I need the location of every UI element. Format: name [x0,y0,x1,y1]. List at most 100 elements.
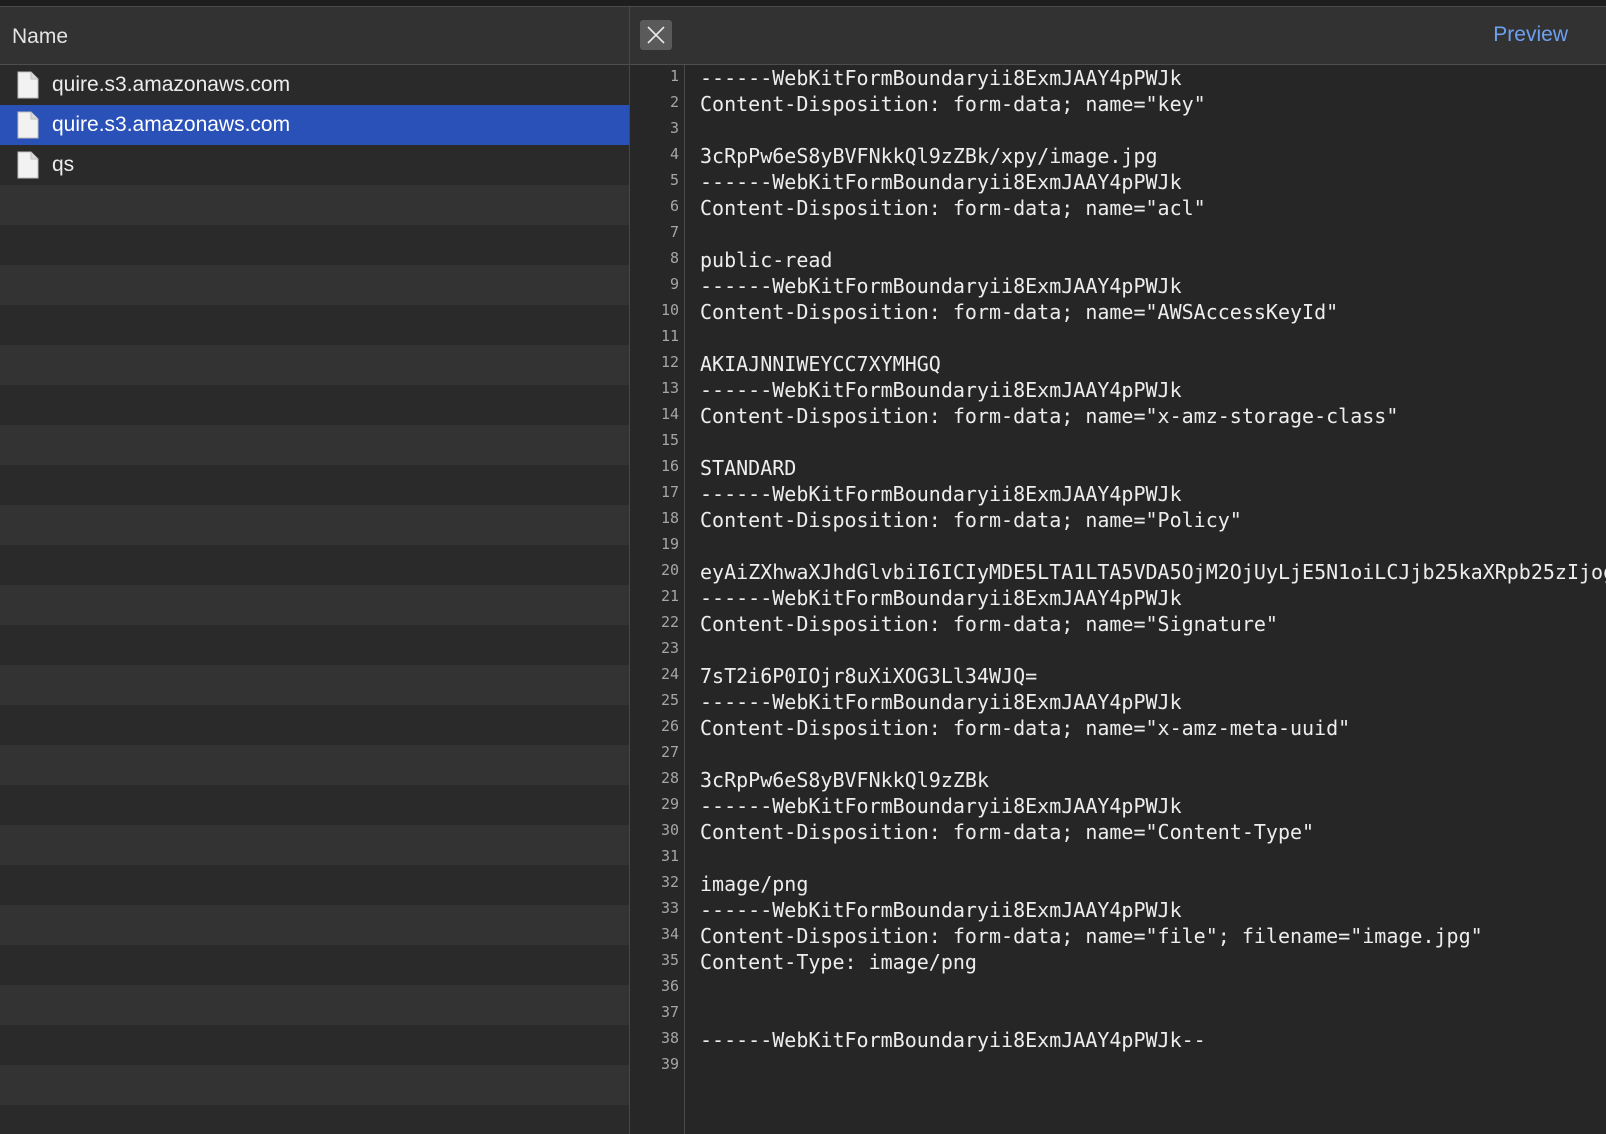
line-text: Content-Disposition: form-data; name="AW… [700,300,1339,324]
empty-row [0,425,629,465]
line-number: 29 [660,795,679,813]
line-number: 23 [660,639,679,657]
line-text: AKIAJNNIWEYCC7XYMHGQ [700,352,941,376]
line-text: ------WebKitFormBoundaryii8ExmJAAY4pPWJk… [700,1028,1206,1052]
code-line: 9 ------WebKitFormBoundaryii8ExmJAAY4pPWJ… [630,273,1606,299]
line-number: 12 [660,353,679,371]
code-line: 22 Content-Disposition: form-data; name="… [630,611,1606,637]
line-number: 26 [660,717,679,735]
code-line: 6 Content-Disposition: form-data; name="a… [630,195,1606,221]
code-line: 17 ------WebKitFormBoundaryii8ExmJAAY4pPW… [630,481,1606,507]
empty-row [0,345,629,385]
request-list-pane: Name quire.s3.amazonaws.com quire.s3.amaz… [0,7,629,1134]
empty-row [0,465,629,505]
line-text: Content-Disposition: form-data; name="x-… [700,404,1399,428]
line-text: ------WebKitFormBoundaryii8ExmJAAY4pPWJk [700,690,1182,714]
request-row[interactable]: quire.s3.amazonaws.com [0,65,629,105]
empty-row [0,985,629,1025]
request-row-label: quire.s3.amazonaws.com [52,73,291,96]
line-number: 14 [660,405,679,423]
request-row-label: qs [52,153,75,176]
line-number: 33 [660,899,679,917]
close-detail-button[interactable] [640,20,672,50]
line-number: 8 [669,249,679,267]
code-line: 36 [630,975,1606,1001]
line-text: public-read [700,248,833,272]
line-text: image/png [700,872,809,896]
line-text: Content-Disposition: form-data; name="Si… [700,612,1278,636]
line-number: 18 [660,509,679,527]
name-column-header[interactable]: Name [12,25,68,49]
empty-row [0,1025,629,1065]
request-row[interactable]: qs [0,145,629,185]
line-text: Content-Disposition: form-data; name="ac… [700,196,1206,220]
line-number: 13 [660,379,679,397]
line-text: ------WebKitFormBoundaryii8ExmJAAY4pPWJk [700,898,1182,922]
line-text: eyAiZXhwaXJhdGlvbiI6ICIyMDE5LTA1LTA5VDA5… [700,560,1606,584]
code-line: 35 Content-Type: image/png [630,949,1606,975]
line-text: ------WebKitFormBoundaryii8ExmJAAY4pPWJk [700,274,1182,298]
line-text: ------WebKitFormBoundaryii8ExmJAAY4pPWJk [700,794,1182,818]
code-line: 1 ------WebKitFormBoundaryii8ExmJAAY4pPWJ… [630,65,1606,91]
request-row[interactable]: quire.s3.amazonaws.com [0,105,629,145]
line-text: Content-Disposition: form-data; name="x-… [700,716,1351,740]
line-text: Content-Disposition: form-data; name="Po… [700,508,1242,532]
empty-row [0,745,629,785]
line-number: 1 [669,67,679,85]
empty-row [0,785,629,825]
detail-toolbar: Preview [630,7,1606,65]
code-line: 2 Content-Disposition: form-data; name="k… [630,91,1606,117]
empty-row [0,225,629,265]
line-number: 16 [660,457,679,475]
line-text: ------WebKitFormBoundaryii8ExmJAAY4pPWJk [700,66,1182,90]
empty-row [0,665,629,705]
code-line: 23 [630,637,1606,663]
empty-row [0,585,629,625]
line-number: 21 [660,587,679,605]
line-text: Content-Disposition: form-data; name="ke… [700,92,1206,116]
line-number: 4 [669,145,679,163]
line-number: 19 [660,535,679,553]
code-line: 29 ------WebKitFormBoundaryii8ExmJAAY4pPW… [630,793,1606,819]
code-line: 25 ------WebKitFormBoundaryii8ExmJAAY4pPW… [630,689,1606,715]
line-number: 20 [660,561,679,579]
line-number: 25 [660,691,679,709]
line-number: 17 [660,483,679,501]
empty-row [0,865,629,905]
code-line: 27 [630,741,1606,767]
code-line: 20 eyAiZXhwaXJhdGlvbiI6ICIyMDE5LTA1LTA5VD… [630,559,1606,585]
code-line: 3 [630,117,1606,143]
network-inspector: Name quire.s3.amazonaws.com quire.s3.amaz… [0,0,1606,1134]
line-number: 31 [660,847,679,865]
line-number: 15 [660,431,679,449]
code-line: 39 [630,1053,1606,1079]
line-text: Content-Disposition: form-data; name="fi… [700,924,1483,948]
preview-tab[interactable]: Preview [1493,23,1568,47]
line-number: 30 [660,821,679,839]
request-list: quire.s3.amazonaws.com quire.s3.amazonaws… [0,65,629,1134]
line-number: 37 [660,1003,679,1021]
code-line: 28 3cRpPw6eS8yBVFNkkQl9zZBk [630,767,1606,793]
empty-row [0,705,629,745]
empty-row [0,505,629,545]
line-text: 7sT2i6P0IOjr8uXiXOG3Ll34WJQ= [700,664,1038,688]
line-number: 10 [660,301,679,319]
code-line: 33 ------WebKitFormBoundaryii8ExmJAAY4pPW… [630,897,1606,923]
line-number: 36 [660,977,679,995]
empty-row [0,1105,629,1134]
line-text: 3cRpPw6eS8yBVFNkkQl9zZBk [700,768,989,792]
line-number: 5 [669,171,679,189]
empty-row [0,905,629,945]
line-number: 32 [660,873,679,891]
line-number: 2 [669,93,679,111]
code-line: 15 [630,429,1606,455]
empty-row [0,1065,629,1105]
line-number: 38 [660,1029,679,1047]
code-line: 24 7sT2i6P0IOjr8uXiXOG3Ll34WJQ= [630,663,1606,689]
line-number: 34 [660,925,679,943]
file-icon [17,111,39,139]
code-line: 11 [630,325,1606,351]
request-body-code[interactable]: 1 ------WebKitFormBoundaryii8ExmJAAY4pPWJ… [630,65,1606,1079]
line-text: STANDARD [700,456,797,480]
line-text: ------WebKitFormBoundaryii8ExmJAAY4pPWJk [700,586,1182,610]
